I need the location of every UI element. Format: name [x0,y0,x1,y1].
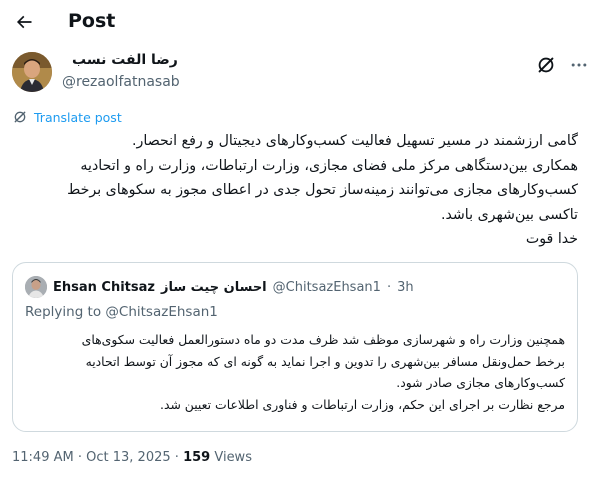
avatar[interactable] [12,52,52,92]
quoted-post[interactable]: Ehsan Chitsaz احسان چیت ساز @ChitsazEhsa… [12,262,578,432]
translate-post-link[interactable]: Translate post [12,108,122,126]
translate-post-label[interactable]: Translate post [34,110,122,125]
grok-icon [538,57,554,73]
post-text-line: همکاری بین‌دستگاهی مرکز ملی فضای مجازی، … [80,157,578,174]
separator-dot: · [174,450,179,465]
post-date[interactable]: Oct 13, 2025 [86,450,171,465]
quoted-text-line: همچنین وزارت راه و شهرسازی موظف شد ظرف م… [81,332,565,347]
post-text-line: خدا قوت [525,231,578,247]
post-author: رضا الفت نسب @rezaolfatnasab [10,52,587,96]
arrow-left-icon [16,15,32,29]
quoted-post-text: همچنین وزارت راه و شهرسازی موظف شد ظرف م… [25,329,565,415]
quoted-text-line: برخط حمل‌ونقل مسافر بین‌شهری را تدوین و … [85,353,565,369]
grok-button[interactable] [535,54,557,76]
post-text-line: کسب‌وکارهای مجازی می‌توانند زمینه‌ساز تح… [67,182,578,198]
views-count: 159 [183,450,211,465]
page-title: Post [68,10,116,32]
separator-dot: · [77,450,82,465]
more-horizontal-icon [571,63,587,67]
quoted-post-header: Ehsan Chitsaz احسان چیت ساز @ChitsazEhsa… [25,276,565,298]
quoted-post-time[interactable]: 3h [397,280,414,295]
separator-dot: · [386,279,392,295]
author-handle[interactable]: @rezaolfatnasab [62,74,180,90]
replying-to: Replying to @ChitsazEhsan1 [25,304,218,320]
quoted-text-line: مرجع نظارت بر اجرای این حکم، وزارت ارتبا… [160,396,565,412]
replying-to-handle[interactable]: @ChitsazEhsan1 [105,304,217,320]
post-time[interactable]: 11:49 AM [12,450,74,465]
quoted-author-name-fa[interactable]: احسان چیت ساز [161,280,267,295]
author-name[interactable]: رضا الفت نسب [72,52,178,68]
views-label: Views [214,450,252,465]
post-text: گامی ارزشمند در مسیر تسهیل فعالیت کسب‌وک… [12,129,578,252]
grok-icon [14,111,26,123]
quoted-text-line: کسب‌وکارهای مجازی صادر شود. [396,375,565,390]
more-button[interactable] [568,54,590,76]
quoted-avatar[interactable] [25,276,47,298]
post-meta: 11:49 AM · Oct 13, 2025 · 159 Views [12,450,252,465]
quoted-author-handle[interactable]: @ChitsazEhsan1 [273,280,381,295]
back-button[interactable] [10,8,38,36]
post-header: Post [0,0,590,44]
quoted-author-name[interactable]: Ehsan Chitsaz [53,280,155,295]
post-text-line: تاکسی بین‌شهری باشد. [440,206,578,223]
replying-to-label: Replying to [25,304,102,320]
post-text-line: گامی ارزشمند در مسیر تسهیل فعالیت کسب‌وک… [132,133,578,149]
